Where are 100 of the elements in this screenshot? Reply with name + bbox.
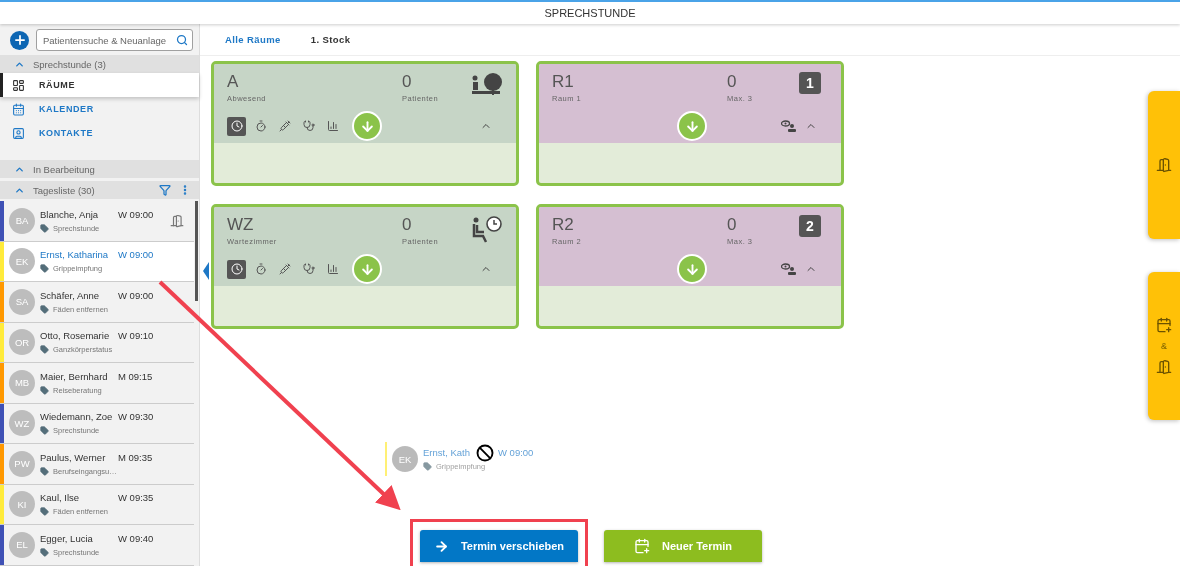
tag-icon (40, 547, 49, 557)
arrow-down-button[interactable] (352, 254, 382, 284)
tab[interactable]: 1. Stock (310, 34, 351, 45)
avatar: EK (392, 446, 418, 472)
add-button[interactable] (10, 30, 29, 50)
page-title: SPRECHSTUNDE (544, 7, 636, 19)
patient-name: Otto, Rosemarie (40, 330, 111, 342)
tag-icon (40, 426, 49, 436)
arrow-down-button[interactable] (677, 111, 707, 141)
avatar: MB (9, 369, 35, 396)
appointment-time: W 09:40 (118, 532, 154, 544)
arrow-down-icon (684, 118, 700, 134)
appointment-time: M 09:15 (118, 370, 153, 382)
move-appointment-button[interactable]: Termin verschieben (420, 530, 578, 562)
arrow-down-icon (359, 118, 375, 134)
patient-name: Maier, Bernhard (40, 370, 109, 382)
appointment-time: W 09:00 (498, 447, 534, 458)
arrow-down-icon (684, 261, 700, 277)
tag-icon (40, 264, 49, 274)
tag-icon (40, 466, 49, 476)
avatar: BA (9, 207, 35, 234)
stopwatch-icon (254, 263, 267, 275)
scrollbar[interactable] (195, 201, 198, 301)
section-title: Tagesliste (30) (33, 184, 96, 196)
tag-icon (40, 385, 49, 395)
tag-icon (40, 223, 49, 233)
patient-name: Paulus, Werner (40, 451, 107, 463)
patient-name: Ernst, Katharina (40, 249, 110, 261)
patient-name: Schäfer, Anne (40, 289, 101, 301)
room-name: A (227, 72, 240, 92)
stethoscope-icon (302, 263, 315, 275)
section-header[interactable]: Sprechstunde (3) (0, 55, 199, 73)
section-header[interactable]: Tagesliste (30) (0, 181, 199, 199)
drawer-handle-icon[interactable] (203, 262, 209, 280)
door-icon (170, 213, 184, 228)
search-field[interactable]: Patientensuche & Neuanlage (36, 29, 193, 51)
avatar: EL (9, 531, 35, 558)
door-icon (1156, 359, 1172, 375)
search-icon[interactable] (176, 34, 188, 46)
tag-icon (40, 304, 49, 314)
section-title: Sprechstunde (3) (33, 58, 107, 70)
patient-name: Blanche, Anja (40, 208, 100, 220)
side-tab[interactable]: & (1148, 272, 1180, 420)
eye-person-icon[interactable] (781, 263, 797, 275)
patient-name: Ernst, Kath (423, 447, 470, 458)
plus-icon (12, 33, 27, 47)
calendar-plus-icon (633, 538, 650, 554)
bar-chart-icon (326, 120, 339, 132)
patient-name: Wiedemann, Zoe (40, 411, 114, 423)
arrow-down-icon (359, 261, 375, 277)
eye-person-icon[interactable] (781, 120, 797, 132)
avatar: PW (9, 450, 35, 477)
tag-icon (40, 345, 49, 355)
nav-item[interactable]: RÄUME (0, 73, 199, 97)
stopwatch-icon (254, 120, 267, 132)
appointment-time: W 09:30 (118, 411, 154, 423)
syringe-icon (278, 120, 291, 132)
clock-icon (230, 120, 243, 132)
joiner-text: & (1161, 341, 1167, 351)
appointment-time: W 09:00 (118, 208, 154, 220)
calendar-plus-icon (1156, 317, 1172, 333)
syringe-icon (278, 263, 291, 275)
tag-icon (423, 462, 432, 471)
clock-button[interactable] (227, 116, 246, 136)
clock-icon (230, 263, 243, 275)
nav-item[interactable]: KALENDER (0, 97, 199, 121)
stethoscope-icon (302, 120, 315, 132)
room-number-badge: 2 (799, 215, 821, 237)
avatar: OR (9, 329, 35, 356)
patient-count: 0 (402, 72, 413, 92)
nav-item[interactable]: KONTAKTE (0, 121, 199, 145)
tab[interactable]: Alle Räume (225, 34, 281, 45)
appointment-time: W 09:35 (118, 492, 154, 504)
appointment-time: W 09:00 (118, 289, 154, 301)
room-name: WZ (227, 215, 255, 235)
arrow-down-button[interactable] (677, 254, 707, 284)
patient-name: Egger, Lucia (40, 532, 94, 544)
appointment-time: M 09:35 (118, 451, 153, 463)
patient-count: 0 (727, 72, 738, 92)
arrow-right-icon (433, 538, 449, 554)
clock-button[interactable] (227, 259, 246, 279)
section-title: In Bearbeitung (33, 163, 96, 175)
door-icon (1156, 157, 1172, 173)
tag-icon (40, 507, 49, 517)
appointment-time: W 09:00 (118, 249, 154, 261)
room-name: R1 (552, 72, 575, 92)
no-drop-cursor-icon (476, 444, 494, 462)
avatar: EK (9, 248, 35, 275)
patient-count: 0 (727, 215, 738, 235)
appointment-time: W 09:10 (118, 330, 154, 342)
floor-plan-icon (12, 78, 25, 92)
patient-count: 0 (402, 215, 413, 235)
calendar-icon (12, 102, 25, 116)
patient-name: Kaul, Ilse (40, 492, 81, 504)
seated-person-clock-icon (472, 215, 504, 243)
avatar: WZ (9, 410, 35, 437)
arrow-down-button[interactable] (352, 111, 382, 141)
filter-icon[interactable] (159, 184, 171, 196)
room-number-badge: 1 (799, 72, 821, 94)
section-header[interactable]: In Bearbeitung (0, 160, 199, 178)
